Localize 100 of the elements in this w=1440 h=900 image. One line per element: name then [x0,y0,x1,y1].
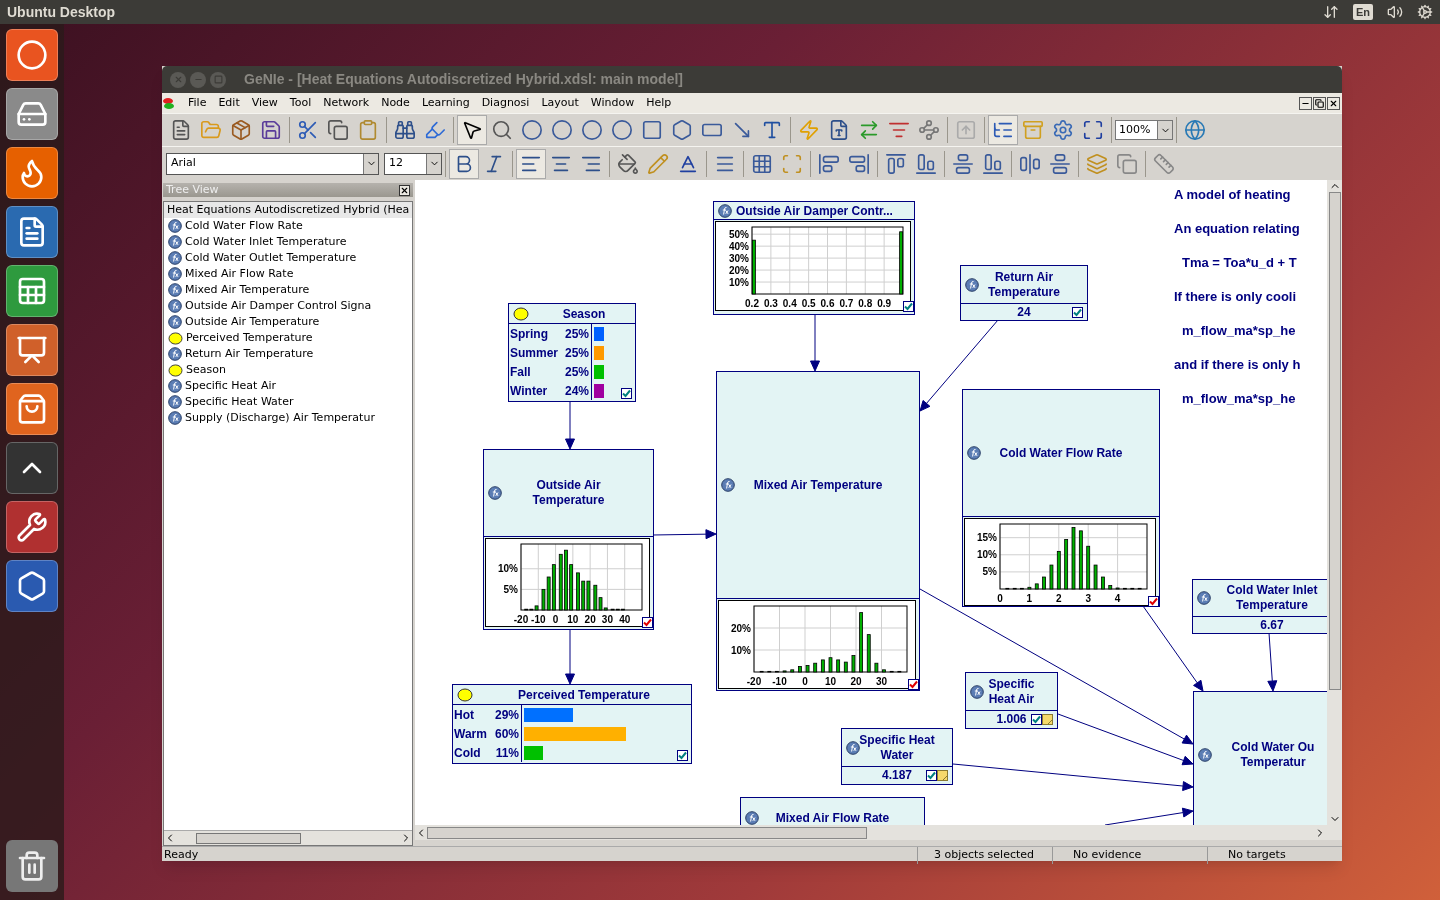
volume-icon[interactable] [1387,4,1403,20]
scroll-thumb[interactable] [427,826,867,839]
tree-item[interactable]: Cold Water Outlet Temperature [164,250,412,266]
axis-label: 10% [731,644,751,656]
chart-node[interactable]: Outside Air Temperature 5% 10% -20 -10 0 10 20 30 40 [483,449,654,630]
tree-item[interactable]: Perceived Temperature [164,330,412,346]
node-title: Temperature [532,493,605,508]
tree-item[interactable]: Mixed Air Temperature [164,282,412,298]
node-title: Heat Air [988,691,1035,707]
tree-item[interactable]: Specific Heat Air [164,378,412,394]
tree-item[interactable]: Outside Air Temperature [164,314,412,330]
chart-node[interactable]: Cold Water Flow Rate 5% 10% 15% 0 1 2 3 4 [962,389,1160,607]
equation-node-icon [488,486,502,500]
menu-item[interactable]: Learning [415,94,476,112]
arc-arrow [652,529,717,540]
node-title: Temperature [1236,598,1308,613]
minimize-button[interactable] [1299,96,1312,110]
histogram-bar [1071,527,1076,590]
note-line: Tma = Toa*u_d + T [1181,254,1298,272]
equation-node-icon [168,299,182,313]
menu-item[interactable]: View [245,94,284,112]
tree-item[interactable]: Return Air Temperature [164,346,412,362]
horizontal-scrollbar[interactable] [164,830,412,845]
menu-item[interactable]: Node [375,94,416,112]
tree-item[interactable]: Specific Heat Water [164,394,412,410]
tree-item[interactable]: Outside Air Damper Control Signa [164,298,412,314]
menu-item[interactable]: Network [317,94,376,112]
menu-item[interactable]: Diagnosi [475,94,536,112]
tree-root[interactable]: Heat Equations Autodiscretized Hybrid (Hea [164,202,412,218]
chance-node-icon [168,363,183,377]
menu-item[interactable]: Window [584,94,641,112]
tree-item[interactable]: Mixed Air Flow Rate [164,266,412,282]
histogram-bar [1137,587,1142,590]
close-button[interactable] [399,184,410,196]
chart-node[interactable]: Outside Air Damper Contr... 10% 20% 30% 40% 50% 0.2 0.3 0.4 0.5 0.6 0.7 0.8 0.9 [713,201,915,315]
desktop-title: Ubuntu Desktop [7,2,116,22]
chance-node-icon [168,331,183,345]
trash-icon[interactable] [6,840,58,892]
horizontal-scrollbar[interactable] [415,825,1342,840]
ubuntu-logo-icon[interactable] [6,29,58,81]
axis-label: 3 [1085,593,1091,604]
tree-icon[interactable] [988,115,1018,145]
state-name: Hot [454,706,474,724]
chance-node[interactable]: Season Spring 25% Summer 25% Fall 25% Winter 24% [508,303,636,402]
font-size-combo[interactable]: 12 [384,152,442,175]
network-icon[interactable] [1322,4,1339,20]
equation-node-icon [846,740,860,755]
spreadsheet-icon[interactable] [6,265,58,317]
zoom-combo[interactable]: 100% [1115,120,1173,140]
menu-item[interactable]: File [182,94,213,112]
menu-item[interactable]: Edit [212,94,246,112]
node-value: 6.67 [1260,617,1284,634]
histogram-bar [782,670,787,673]
value-node[interactable]: Specific Heat Water 4.187 [841,728,953,785]
close-button[interactable] [1327,96,1340,110]
presentation-icon[interactable] [6,324,58,376]
wrench-icon[interactable] [6,501,58,553]
vertical-scrollbar[interactable] [1327,180,1342,825]
browser-icon[interactable] [6,147,58,199]
note-icon [1042,714,1053,725]
equation-node-icon [168,411,182,425]
tree-item[interactable]: Season [164,362,412,378]
node-title: Cold Water Inlet [1226,583,1318,598]
bold-icon[interactable] [449,148,479,179]
scroll-thumb[interactable] [196,832,301,844]
align-left-icon[interactable] [516,148,546,179]
menu-item[interactable]: Help [640,94,678,112]
value-node[interactable]: Cold Water Inlet Temperature 6.67 [1192,579,1327,634]
settings-icon[interactable] [1417,4,1433,20]
file-cabinet-icon[interactable] [6,88,58,140]
chart-node[interactable]: Mixed Air Temperature 10% 20% -20 -10 0 10 20 30 [716,371,920,691]
axis-label: 10 [824,676,837,687]
node-value: 4.187 [882,767,912,784]
equation-node[interactable]: Mixed Air Flow Rate [740,797,925,825]
equation-node-icon [168,267,182,281]
pointer-icon[interactable] [457,115,487,145]
axis-label: 2 [1056,593,1062,604]
chance-node[interactable]: Perceived Temperature Hot 29% Warm 60% Cold 11% [452,684,692,764]
node-title: Outside Air [536,478,601,493]
histogram-bar [752,239,756,295]
scroll-thumb[interactable] [1328,192,1341,690]
axis-label: 10 [567,614,579,625]
tree-item[interactable]: Cold Water Inlet Temperature [164,234,412,250]
restore-button[interactable] [1313,96,1326,110]
node-title: Mixed Air Temperature [753,477,883,493]
value-node[interactable]: Specific Heat Air 1.006 [965,672,1058,729]
shopping-bag-icon[interactable] [6,383,58,435]
state-probability: 60% [494,725,519,743]
keyboard-indicator[interactable]: En [1352,3,1373,21]
menu-item[interactable]: Tool [283,94,318,112]
equation-node[interactable]: Cold Water Ou Temperatur [1193,691,1327,825]
tree-item[interactable]: Cold Water Flow Rate [164,218,412,234]
text-document-icon[interactable] [6,206,58,258]
axis-label: 10% [729,276,749,288]
menu-item[interactable]: Layout [535,94,585,112]
tree-item[interactable]: Supply (Discharge) Air Temperatur [164,410,412,426]
value-node[interactable]: Return Air Temperature 24 [960,265,1088,321]
shapes-icon[interactable] [6,560,58,612]
font-combo[interactable]: Arial [166,152,379,175]
axis-label: 15% [977,532,997,544]
